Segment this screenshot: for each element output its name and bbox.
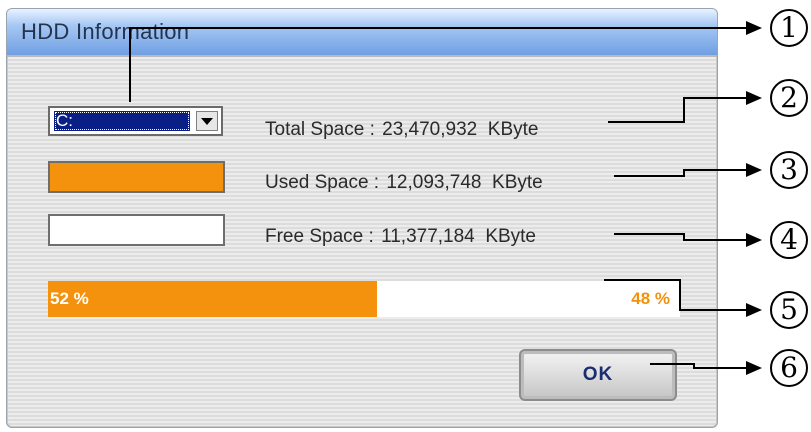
callout-arrow-4 [746,233,762,247]
total-space-label: Total Space : [265,119,375,140]
callout-arrow-5 [746,303,762,317]
free-space-label: Free Space : [265,226,374,247]
free-space-color-swatch [48,214,225,246]
callout-arrow-3 [746,163,762,177]
free-percent-label: 48 % [631,289,670,308]
used-space-label: Used Space : [265,172,380,193]
ok-button[interactable]: OK [519,349,677,401]
callout-number-1: 1 [770,9,808,47]
callout-arrow-6 [746,361,762,375]
usage-progress-fill [48,281,377,317]
callout-number-6: 6 [770,349,808,387]
used-percent-label: 52 % [50,289,89,308]
free-space-value: 11,377,184 [381,226,475,247]
chevron-down-icon [201,117,213,125]
callout-arrow-2 [746,91,762,105]
drive-select[interactable]: C: [48,106,223,136]
callout-number-3: 3 [770,151,808,189]
total-space-info: Total Space : 23,470,932 KByte [265,119,538,141]
title-bar[interactable]: HDD Information [7,9,717,57]
drive-select-value: C: [54,111,190,131]
window-title: HDD Information [21,19,190,44]
dropdown-arrow-button[interactable] [196,111,218,131]
hdd-information-dialog: HDD Information C: Total Space : 23,470,… [6,8,718,428]
used-space-info: Used Space : 12,093,748 KByte [265,172,543,194]
callout-arrow-1 [746,21,762,35]
free-space-unit: KByte [485,226,537,247]
used-space-unit: KByte [492,172,543,193]
usage-progress-bar: 52 % 48 % [48,281,680,317]
used-space-color-swatch [48,161,225,193]
free-space-info: Free Space : 11,377,184 KByte [265,226,536,248]
total-space-unit: KByte [487,119,539,140]
used-space-value: 12,093,748 [386,172,482,193]
callout-number-4: 4 [770,221,808,259]
callout-number-2: 2 [770,79,808,117]
total-space-value: 23,470,932 [382,119,478,140]
callout-number-5: 5 [770,291,808,329]
